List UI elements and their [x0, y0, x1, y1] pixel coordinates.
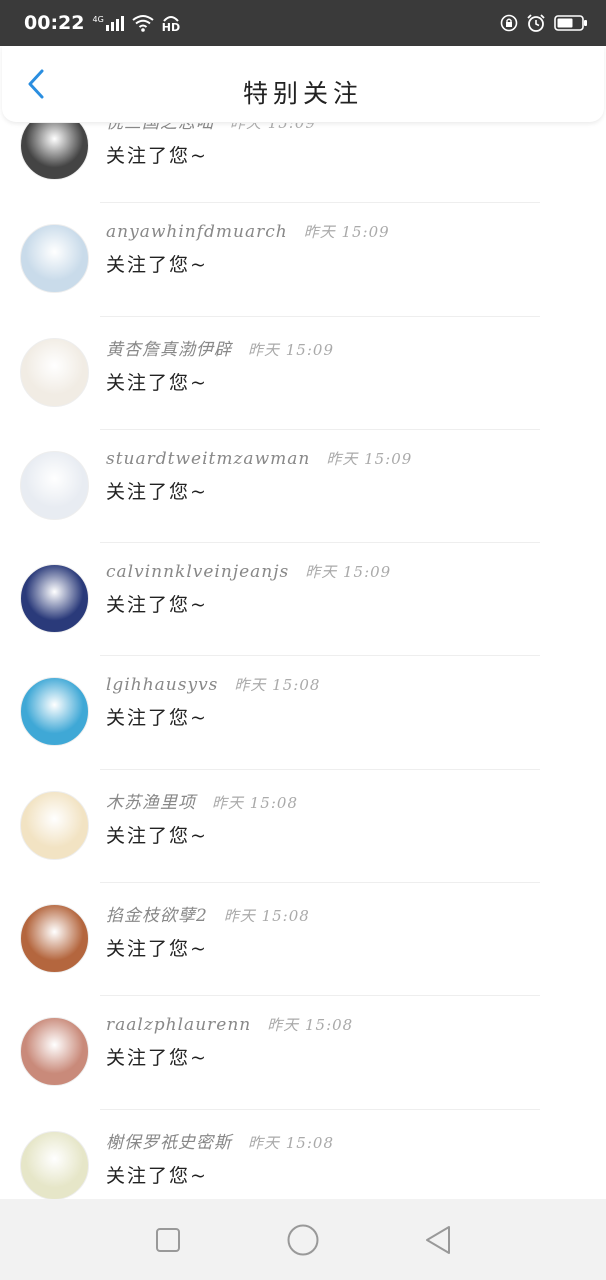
- list-item[interactable]: 黄杏詹真渤伊辟 昨天 15:09 关注了您~: [0, 317, 606, 430]
- avatar[interactable]: [20, 1130, 89, 1199]
- user-name[interactable]: 倪三国之志咄: [106, 123, 214, 133]
- square-icon: [155, 1227, 180, 1252]
- timestamp: 昨天 15:09: [303, 223, 390, 242]
- list-item[interactable]: 木苏渔里项 昨天 15:08 关注了您~: [0, 770, 606, 884]
- home-button[interactable]: [273, 1210, 333, 1270]
- recent-apps-button[interactable]: [138, 1210, 198, 1270]
- avatar[interactable]: [20, 337, 89, 407]
- avatar[interactable]: [20, 564, 89, 634]
- triangle-back-icon: [426, 1225, 451, 1254]
- back-nav-button[interactable]: [408, 1210, 468, 1270]
- avatar[interactable]: [20, 677, 89, 747]
- battery-icon: [554, 15, 587, 31]
- user-name[interactable]: raalzphlaurenn: [106, 1015, 251, 1035]
- message-text: 关注了您~: [106, 480, 208, 503]
- avatar[interactable]: [20, 790, 89, 860]
- timestamp: 昨天 15:09: [230, 123, 316, 132]
- message-text: 关注了您~: [106, 1164, 208, 1187]
- user-name[interactable]: calvinnklveinjeanjs: [106, 562, 289, 582]
- user-name[interactable]: 黄杏詹真渤伊辟: [106, 335, 232, 360]
- hd-icon: HD: [162, 14, 180, 33]
- list-item[interactable]: lgihhausyvs 昨天 15:08 关注了您~: [0, 656, 606, 770]
- message-text: 关注了您~: [106, 145, 208, 167]
- message-text: 关注了您~: [106, 594, 208, 617]
- timestamp: 昨天 15:09: [305, 563, 392, 582]
- user-name[interactable]: anyawhinfdmuarch: [106, 222, 288, 242]
- message-text: 关注了您~: [106, 824, 208, 847]
- avatar[interactable]: [20, 1017, 89, 1087]
- message-text: 关注了您~: [106, 371, 208, 394]
- list-item[interactable]: 掐金枝欲孽2 昨天 15:08 关注了您~: [0, 883, 606, 997]
- network-type: 4G: [92, 15, 104, 24]
- timestamp: 昨天 15:09: [248, 340, 334, 359]
- message-text: 关注了您~: [106, 707, 208, 730]
- list-item[interactable]: 榭保罗祇史密斯 昨天 15:08 关注了您~: [0, 1110, 606, 1199]
- message-text: 关注了您~: [106, 1047, 208, 1070]
- avatar[interactable]: [20, 904, 89, 974]
- circle-icon: [287, 1224, 319, 1255]
- user-name[interactable]: lgihhausyvs: [106, 675, 218, 695]
- message-text: 关注了您~: [106, 254, 208, 277]
- header: 特别关注: [2, 46, 604, 122]
- avatar[interactable]: [20, 123, 89, 180]
- timestamp: 昨天 15:08: [267, 1016, 354, 1035]
- page-title: 特别关注: [242, 79, 363, 108]
- status-bar: 00:22 4G HD: [0, 0, 606, 46]
- timestamp: 昨天 15:09: [326, 449, 413, 468]
- timestamp: 昨天 15:08: [234, 676, 321, 695]
- avatar[interactable]: [20, 450, 89, 520]
- timestamp: 昨天 15:08: [223, 907, 310, 926]
- alarm-icon: [527, 14, 545, 32]
- user-name[interactable]: 掐金枝欲孽2: [106, 901, 208, 926]
- system-nav-bar: [0, 1199, 606, 1280]
- list-item[interactable]: stuardtweitmzawman 昨天 15:09 关注了您~: [0, 430, 606, 544]
- user-name[interactable]: 榭保罗祇史密斯: [106, 1128, 232, 1153]
- signal-icon: 4G: [92, 15, 124, 31]
- user-name[interactable]: 木苏渔里项: [106, 788, 196, 813]
- avatar[interactable]: [20, 224, 89, 294]
- list-item[interactable]: anyawhinfdmuarch 昨天 15:09 关注了您~: [0, 203, 606, 317]
- timestamp: 昨天 15:08: [212, 793, 298, 812]
- list-item[interactable]: raalzphlaurenn 昨天 15:08 关注了您~: [0, 996, 606, 1110]
- list-item[interactable]: calvinnklveinjeanjs 昨天 15:09 关注了您~: [0, 543, 606, 657]
- wifi-icon: [132, 15, 154, 32]
- list-item[interactable]: 倪三国之志咄 昨天 15:09 关注了您~: [0, 123, 606, 204]
- rotation-lock-icon: [500, 14, 518, 32]
- timestamp: 昨天 15:08: [248, 1133, 334, 1152]
- notification-list[interactable]: 倪三国之志咄 昨天 15:09 关注了您~ anyawhinfdmuarch 昨…: [0, 123, 606, 1199]
- hd-label: HD: [161, 20, 181, 34]
- user-name[interactable]: stuardtweitmzawman: [106, 449, 310, 469]
- clock: 00:22: [24, 12, 85, 34]
- message-text: 关注了您~: [106, 938, 208, 961]
